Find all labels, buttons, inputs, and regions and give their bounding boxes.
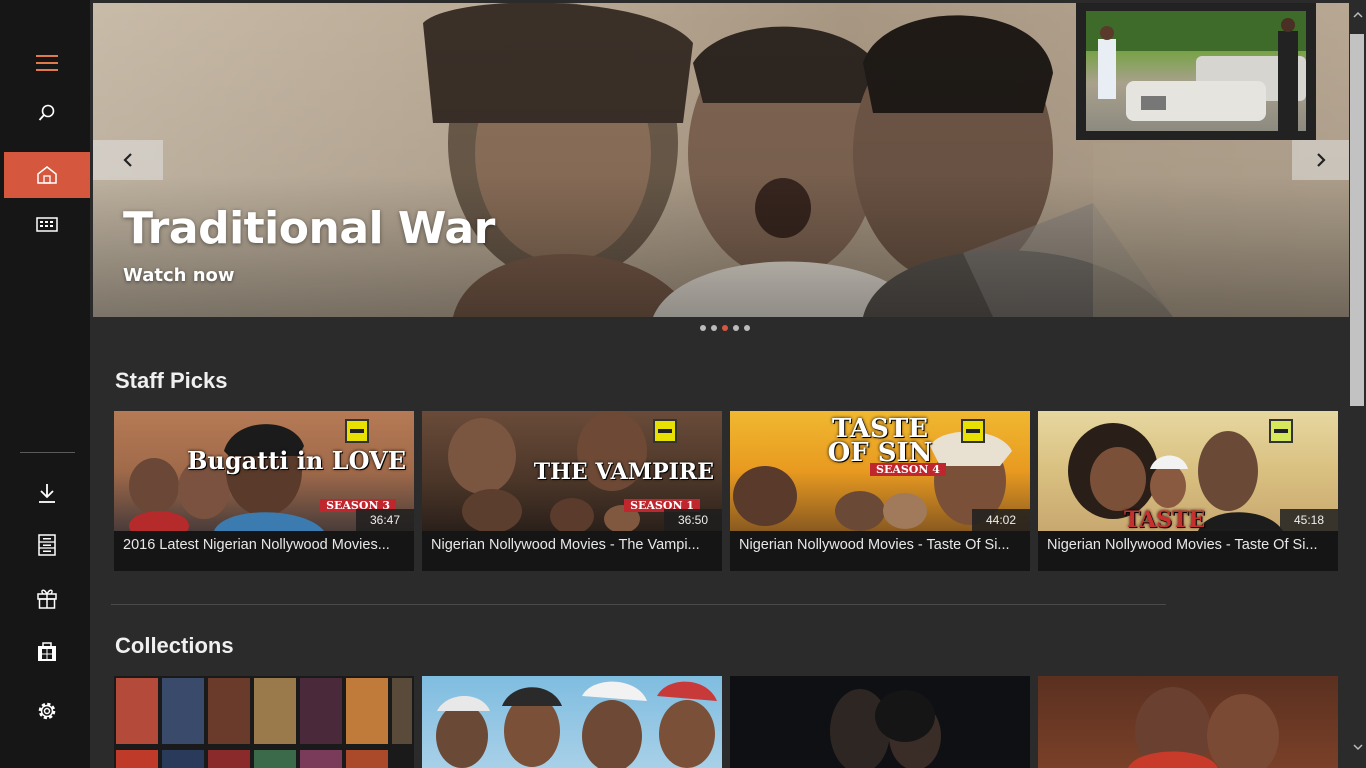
search-icon: [38, 104, 55, 121]
duration-badge: 44:02: [972, 509, 1030, 531]
main-content: Traditional War Watch now Staff Picks Bu…: [90, 0, 1349, 768]
hero-watch-now-link[interactable]: Watch now: [123, 265, 235, 286]
video-thumbnail: TASTE OF SIN SEASON 4 44:02: [730, 411, 1030, 531]
thumbnail-title-text: TASTE OF SIN: [827, 414, 933, 468]
sidebar-divider: [20, 452, 75, 453]
carousel-pagination: [700, 325, 750, 331]
list-icon: [38, 534, 56, 556]
downloads-button[interactable]: [4, 470, 90, 516]
hero-banner[interactable]: Traditional War Watch now: [93, 3, 1349, 317]
channel-logo-icon: [653, 419, 677, 443]
channel-logo-icon: [1269, 419, 1293, 443]
collection-card[interactable]: [422, 676, 722, 768]
duration-badge: 45:18: [1280, 509, 1338, 531]
collections-row: [114, 676, 1338, 768]
collection-card[interactable]: [730, 676, 1030, 768]
hero-video-preview[interactable]: [1076, 3, 1316, 140]
thumbnail-title-text: TASTE: [1124, 507, 1206, 531]
video-card[interactable]: TASTE OF SIN SEASON 4 44:02 Nigerian Nol…: [730, 411, 1030, 571]
tv-guide-button[interactable]: [4, 202, 90, 248]
video-title[interactable]: Nigerian Nollywood Movies - Taste Of Si.…: [1047, 537, 1331, 553]
tv-guide-icon: [36, 217, 58, 232]
thumbnail-season-text: SEASON 4: [870, 463, 946, 476]
chevron-left-icon: [123, 153, 132, 167]
hamburger-menu-button[interactable]: [4, 40, 90, 86]
settings-button[interactable]: [4, 688, 90, 734]
thumbnail-title-text: Bugatti in LOVE: [187, 446, 406, 475]
scrollbar-thumb[interactable]: [1350, 34, 1364, 406]
duration-badge: 36:50: [664, 509, 722, 531]
home-icon: [37, 166, 57, 184]
video-card[interactable]: TASTE 45:18 Nigerian Nollywood Movies - …: [1038, 411, 1338, 571]
collection-thumbnail: [116, 678, 412, 768]
video-thumbnail: THE VAMPIRE SEASON 1 36:50: [422, 411, 722, 531]
chevron-up-icon: [1352, 11, 1363, 18]
search-button[interactable]: [4, 90, 90, 136]
chevron-down-icon: [1352, 743, 1363, 750]
home-button[interactable]: [4, 152, 90, 198]
channel-logo-icon: [345, 419, 369, 443]
video-thumbnail: TASTE 45:18: [1038, 411, 1338, 531]
duration-badge: 36:47: [356, 509, 414, 531]
section-title-staff-picks: Staff Picks: [115, 368, 228, 393]
scroll-up-button[interactable]: [1349, 4, 1366, 24]
carousel-dot[interactable]: [744, 325, 750, 331]
carousel-dot[interactable]: [711, 325, 717, 331]
sidebar-nav: [0, 0, 90, 768]
collection-thumbnail: [830, 689, 941, 768]
thumbnail-title-text: THE VAMPIRE: [533, 459, 714, 485]
hero-prev-button[interactable]: [93, 140, 163, 180]
section-divider: [111, 604, 1166, 605]
carousel-dot-active[interactable]: [722, 325, 728, 331]
collection-card[interactable]: [114, 676, 414, 768]
store-button[interactable]: [4, 628, 90, 674]
video-preview-image: [1086, 11, 1306, 131]
scroll-down-button[interactable]: [1349, 737, 1366, 757]
video-title[interactable]: Nigerian Nollywood Movies - Taste Of Si.…: [739, 537, 1023, 553]
settings-gear-icon: [38, 702, 56, 720]
video-card[interactable]: Bugatti in LOVE SEASON 3 36:47 2016 Late…: [114, 411, 414, 571]
carousel-dot[interactable]: [733, 325, 739, 331]
store-icon: [38, 642, 56, 661]
channel-logo-icon: [961, 419, 985, 443]
hero-title[interactable]: Traditional War: [123, 203, 495, 254]
collection-thumbnail: [1128, 687, 1279, 768]
hero-next-button[interactable]: [1292, 140, 1349, 180]
video-title[interactable]: Nigerian Nollywood Movies - The Vampi...: [431, 537, 715, 553]
chevron-right-icon: [1316, 153, 1326, 167]
gift-icon: [37, 589, 57, 609]
collection-thumbnail: [436, 681, 717, 768]
video-card[interactable]: THE VAMPIRE SEASON 1 36:50 Nigerian Noll…: [422, 411, 722, 571]
video-title[interactable]: 2016 Latest Nigerian Nollywood Movies...: [123, 537, 407, 553]
download-icon: [39, 484, 55, 503]
vertical-scrollbar[interactable]: [1349, 0, 1366, 768]
collection-card[interactable]: [1038, 676, 1338, 768]
video-thumbnail: Bugatti in LOVE SEASON 3 36:47: [114, 411, 414, 531]
staff-picks-row: Bugatti in LOVE SEASON 3 36:47 2016 Late…: [114, 411, 1338, 571]
gifts-button[interactable]: [4, 575, 90, 621]
playlist-button[interactable]: [4, 522, 90, 568]
hamburger-menu-icon: [36, 55, 58, 71]
section-title-collections: Collections: [115, 633, 234, 658]
carousel-dot[interactable]: [700, 325, 706, 331]
